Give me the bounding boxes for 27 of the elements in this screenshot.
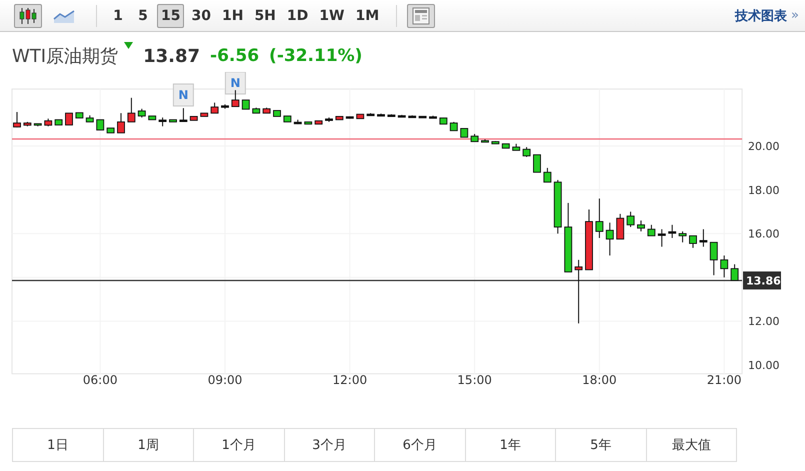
interval-button[interactable]: 30 [187,4,215,28]
interval-button[interactable]: 1D [282,4,312,28]
y-axis-label: 10.00 [748,359,780,372]
interval-button[interactable]: 1M [351,4,384,28]
price-change: -6.56 [210,46,260,66]
x-axis-label: 15:00 [457,373,492,387]
interval-button[interactable]: 5 [132,4,154,28]
technical-chart-link[interactable]: 技术图表 » [735,6,799,24]
x-axis-label: 18:00 [582,373,617,387]
interval-button[interactable]: 5H [250,4,280,28]
y-axis-label: 12.00 [748,315,780,328]
x-axis-label: 09:00 [208,373,242,387]
y-axis-label: 16.00 [748,228,780,241]
x-axis-label: 21:00 [706,373,742,387]
x-axis-label: 06:00 [82,373,118,387]
instrument-name: WTI原油期货 [12,45,118,68]
interval-button[interactable]: 15 [157,4,184,28]
interval-button[interactable]: 1H [218,4,248,28]
percent-change: (-32.11%) [269,46,362,66]
interval-button[interactable]: 1 [107,4,129,28]
last-price: 13.87 [143,46,200,66]
y-axis-label: 18.00 [748,184,780,197]
double-chevron: » [791,8,799,23]
interval-button[interactable]: 1W [315,4,348,28]
last-price-label: 13.86 [743,271,781,290]
x-axis-label: 12:00 [332,373,368,387]
y-axis-label: 20.00 [748,140,780,153]
